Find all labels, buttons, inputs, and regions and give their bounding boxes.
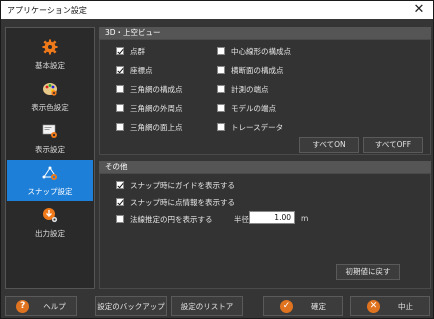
checkbox-snap-point-info[interactable]: スナップ時に点情報を表示する <box>116 196 235 208</box>
cancel-button[interactable]: ✕ 中止 <box>350 296 430 316</box>
all-on-button[interactable]: すべてON <box>299 137 359 153</box>
sidebar-item-output[interactable]: 出力設定 <box>7 202 93 243</box>
ok-label: 確定 <box>311 301 326 311</box>
sidebar-item-label: スナップ設定 <box>27 187 73 196</box>
checkbox-box[interactable] <box>116 85 124 93</box>
snap-icon <box>42 166 57 180</box>
checkbox-box[interactable] <box>116 123 124 131</box>
checkbox-cross-section[interactable]: 横断面の構成点 <box>217 64 284 76</box>
checkbox-centerline[interactable]: 中心線形の構成点 <box>217 45 291 57</box>
display-settings-icon <box>42 124 57 138</box>
help-label: ヘルプ <box>43 301 66 311</box>
checkbox-box[interactable] <box>217 104 225 112</box>
sidebar-item-snap[interactable]: スナップ設定 <box>7 160 93 201</box>
sidebar-item-label: 表示色設定 <box>31 103 69 112</box>
checkbox-box[interactable] <box>116 198 124 206</box>
sidebar-item-basic[interactable]: 基本設定 <box>7 34 93 75</box>
palette-icon <box>43 83 57 96</box>
close-circle-icon: ✕ <box>367 299 380 313</box>
checkbox-box[interactable] <box>116 215 124 223</box>
checkbox-label: スナップ時に点情報を表示する <box>130 197 235 207</box>
checkbox-box[interactable] <box>217 85 225 93</box>
checkbox-tin-vertex[interactable]: 三角網の構成点 <box>116 83 183 95</box>
checkbox-trace-data[interactable]: トレースデータ <box>217 121 283 133</box>
sidebar-item-label: 基本設定 <box>35 61 65 70</box>
checkbox-label: 点群 <box>130 46 145 56</box>
all-off-button[interactable]: すべてOFF <box>363 137 423 153</box>
sidebar-item-label: 出力設定 <box>35 229 65 238</box>
checkbox-coordinate-point[interactable]: 座標点 <box>116 64 153 76</box>
checkbox-tin-outer[interactable]: 三角網の外周点 <box>116 102 183 114</box>
checkbox-label: 座標点 <box>130 65 153 75</box>
checkbox-box[interactable] <box>116 104 124 112</box>
checkbox-model-end[interactable]: モデルの端点 <box>217 102 276 114</box>
output-icon <box>43 208 58 223</box>
main-panel: 3D・上空ビュー 点群 座標点 三角網の構成点 三角網の外周点 三角網の面上点 <box>99 27 431 289</box>
checkbox-box[interactable] <box>116 181 124 189</box>
checkbox-box[interactable] <box>217 47 225 55</box>
sidebar-item-display-color[interactable]: 表示色設定 <box>7 76 93 117</box>
checkbox-label: 三角網の面上点 <box>130 122 183 132</box>
sidebar-item-label: 表示設定 <box>35 145 65 154</box>
checkbox-box[interactable] <box>116 66 124 74</box>
check-icon: ✓ <box>280 299 293 313</box>
help-button[interactable]: ? ヘルプ <box>5 296 77 316</box>
checkbox-tin-face[interactable]: 三角網の面上点 <box>116 121 183 133</box>
settings-window: アプリケーション設定 ✕ 基本設定 表示色設定 表示設定 スナップ設定 出力設定… <box>0 0 434 319</box>
cancel-label: 中止 <box>398 301 413 311</box>
checkbox-label: 法線推定の円を表示する <box>130 214 213 224</box>
checkbox-label: スナップ時にガイドを表示する <box>130 180 235 190</box>
close-icon[interactable]: ✕ <box>411 2 427 18</box>
checkbox-label: 計測の端点 <box>231 84 269 94</box>
restore-settings-button[interactable]: 設定のリストア <box>171 296 243 316</box>
checkbox-label: 三角網の構成点 <box>130 84 183 94</box>
section-other-body: スナップ時にガイドを表示する スナップ時に点情報を表示する 法線推定の円を表示す… <box>99 173 431 289</box>
checkbox-box[interactable] <box>217 66 225 74</box>
checkbox-label: モデルの端点 <box>231 103 276 113</box>
reset-defaults-button[interactable]: 初期値に戻す <box>336 264 400 280</box>
help-icon: ? <box>16 299 30 313</box>
sidebar: 基本設定 表示色設定 表示設定 スナップ設定 出力設定 <box>5 27 95 289</box>
checkbox-snap-guide[interactable]: スナップ時にガイドを表示する <box>116 179 235 191</box>
radius-label: 半径 <box>234 215 249 224</box>
gear-icon <box>42 39 58 55</box>
checkbox-label: トレースデータ <box>231 122 284 132</box>
section-3d-body: 点群 座標点 三角網の構成点 三角網の外周点 三角網の面上点 中心線形の構成点 <box>99 39 431 155</box>
checkbox-box[interactable] <box>116 47 124 55</box>
checkbox-label: 中心線形の構成点 <box>231 46 291 56</box>
checkbox-measure-end[interactable]: 計測の端点 <box>217 83 269 95</box>
backup-settings-button[interactable]: 設定のバックアップ <box>95 296 167 316</box>
checkbox-label: 三角網の外周点 <box>130 103 183 113</box>
window-title: アプリケーション設定 <box>7 5 87 15</box>
sidebar-item-display[interactable]: 表示設定 <box>7 118 93 159</box>
radius-input[interactable]: 1.00 <box>249 211 295 224</box>
section-header-other: その他 <box>99 161 431 173</box>
section-header-3d: 3D・上空ビュー <box>99 27 431 39</box>
checkbox-label: 横断面の構成点 <box>231 65 284 75</box>
checkbox-box[interactable] <box>217 123 225 131</box>
ok-button[interactable]: ✓ 確定 <box>263 296 343 316</box>
radius-unit: m <box>301 214 309 223</box>
checkbox-point-cloud[interactable]: 点群 <box>116 45 145 57</box>
title-bar: アプリケーション設定 ✕ <box>1 1 433 19</box>
checkbox-normal-circle[interactable]: 法線推定の円を表示する <box>116 213 213 225</box>
